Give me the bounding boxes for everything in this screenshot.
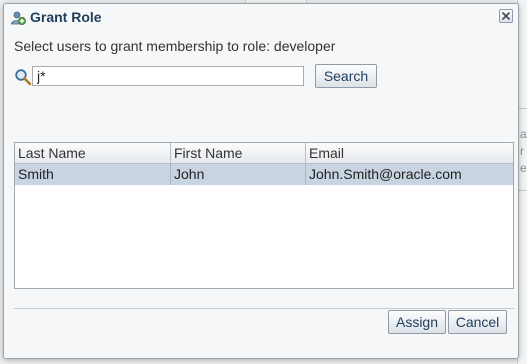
search-icon xyxy=(15,69,32,86)
cell-first-name: John xyxy=(170,164,305,185)
search-button[interactable]: Search xyxy=(315,64,377,88)
prompt-text: Select users to grant membership to role… xyxy=(14,38,274,54)
table-row[interactable]: Smith John John.Smith@oracle.com xyxy=(15,164,513,185)
role-name: developer xyxy=(273,38,336,54)
background-text: e xyxy=(520,161,527,175)
background-rule xyxy=(518,190,527,191)
column-header-first-name[interactable]: First Name xyxy=(170,143,305,163)
assign-button[interactable]: Assign xyxy=(388,310,446,334)
background-rule xyxy=(518,108,527,109)
background-text: a xyxy=(520,127,527,141)
column-header-last-name[interactable]: Last Name xyxy=(15,143,170,163)
table-header: Last Name First Name Email xyxy=(15,143,513,164)
column-header-email[interactable]: Email xyxy=(305,143,513,163)
background-right-strip xyxy=(518,0,527,364)
grant-role-dialog: Grant Role Select users to grant members… xyxy=(3,3,519,359)
dialog-title: Grant Role xyxy=(30,9,102,25)
close-button[interactable] xyxy=(499,9,513,23)
search-input[interactable] xyxy=(32,66,304,86)
cell-email: John.Smith@oracle.com xyxy=(305,164,513,185)
cancel-button[interactable]: Cancel xyxy=(448,310,507,334)
background-text: r xyxy=(520,144,524,158)
cell-last-name: Smith xyxy=(18,166,54,182)
dialog-titlebar: Grant Role xyxy=(4,4,518,30)
users-table: Last Name First Name Email Smith John Jo… xyxy=(14,142,514,289)
close-icon xyxy=(502,12,510,20)
footer-divider xyxy=(14,308,514,309)
dialog-prompt: Select users to grant membership to role… xyxy=(14,38,335,54)
user-add-icon xyxy=(11,11,26,25)
